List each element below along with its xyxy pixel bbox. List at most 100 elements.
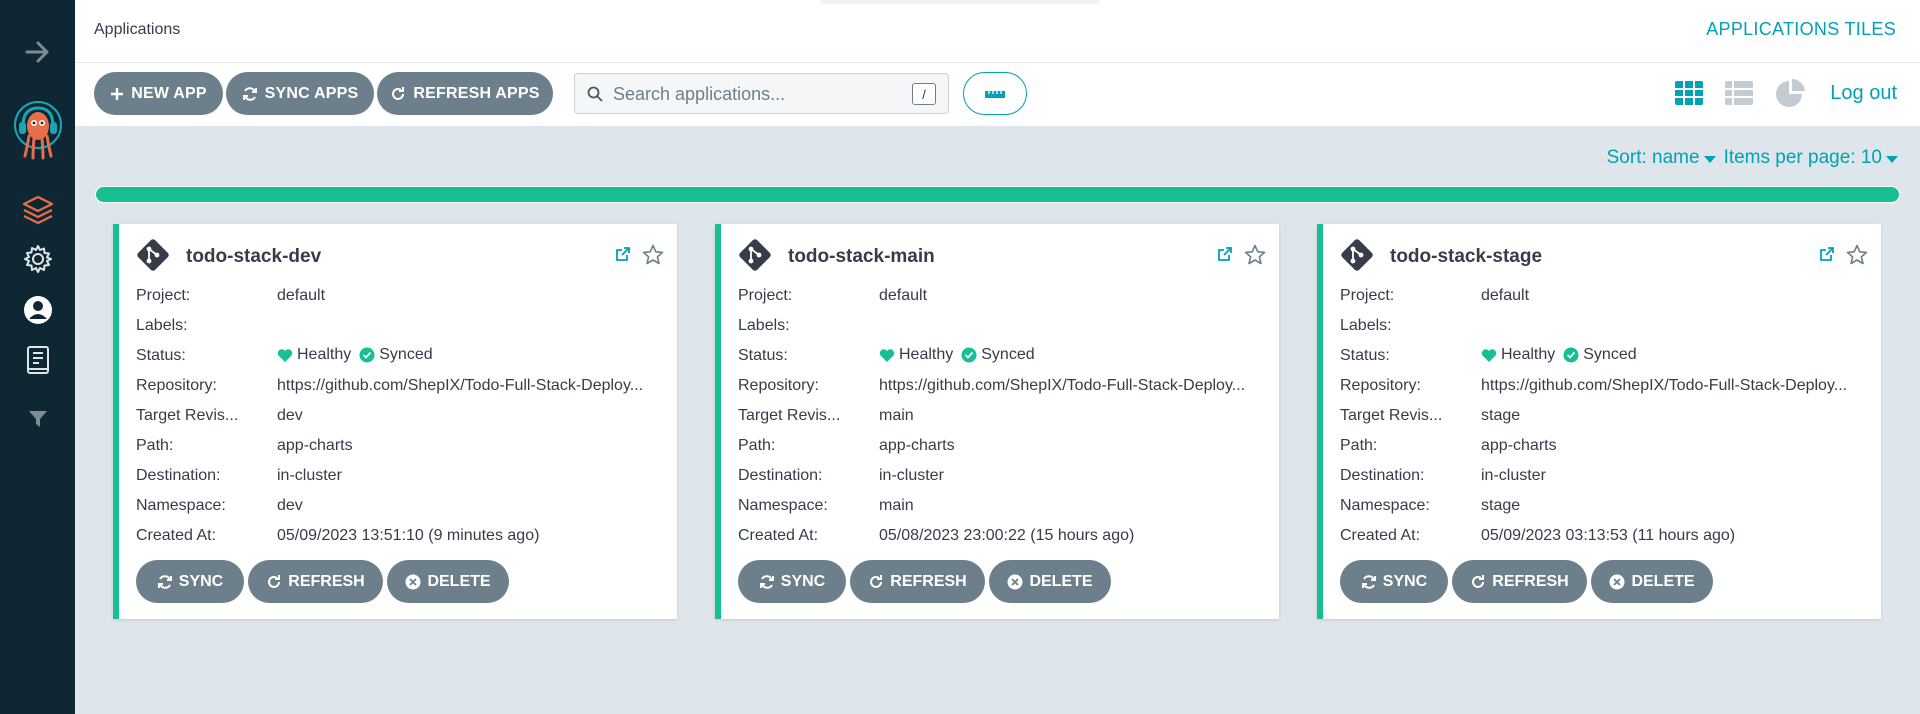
- check-circle-icon: [1563, 347, 1579, 363]
- field-label-repository: Repository:: [136, 377, 217, 394]
- external-link-icon[interactable]: [1819, 246, 1835, 267]
- app-card[interactable]: todo-stack-stage Project: default Labels: St…: [1317, 224, 1881, 619]
- logout-link[interactable]: Log out: [1830, 82, 1897, 105]
- sync-button[interactable]: SYNC: [738, 560, 846, 603]
- refresh-label: REFRESH: [1492, 572, 1569, 590]
- heart-icon: [277, 348, 293, 362]
- delete-button[interactable]: DELETE: [989, 560, 1111, 603]
- app-name[interactable]: todo-stack-main: [788, 246, 935, 268]
- star-icon[interactable]: [1846, 244, 1868, 271]
- field-label-path: Path:: [136, 437, 174, 454]
- breadcrumb[interactable]: Applications: [94, 21, 180, 39]
- items-per-page-label: Items per page: 10: [1723, 147, 1882, 168]
- field-label-labels: Labels:: [738, 317, 790, 334]
- tiles-view-icon[interactable]: [1674, 80, 1704, 111]
- field-value-path: app-charts: [277, 437, 353, 454]
- refresh-button[interactable]: REFRESH: [850, 560, 985, 603]
- heart-icon: [1481, 348, 1497, 362]
- star-icon[interactable]: [642, 244, 664, 271]
- docs-icon[interactable]: [0, 344, 75, 376]
- external-link-icon[interactable]: [615, 246, 631, 267]
- field-label-namespace: Namespace:: [1340, 497, 1430, 514]
- field-value-path: app-charts: [1481, 437, 1557, 454]
- refresh-button[interactable]: REFRESH: [248, 560, 383, 603]
- field-value-namespace: main: [879, 497, 914, 514]
- app-name[interactable]: todo-stack-stage: [1390, 246, 1542, 268]
- list-view-icon[interactable]: [1724, 80, 1754, 111]
- status-value: Healthy Synced: [879, 346, 1035, 364]
- field-label-project: Project:: [136, 287, 191, 304]
- field-value-created-at: 05/09/2023 03:13:53 (11 hours ago): [1481, 527, 1736, 544]
- search-box[interactable]: /: [574, 73, 949, 114]
- sync-button[interactable]: SYNC: [136, 560, 244, 603]
- star-icon[interactable]: [1244, 244, 1266, 271]
- field-value-repository[interactable]: https://github.com/ShepIX/Todo-Full-Stac…: [879, 377, 1245, 395]
- app-card[interactable]: todo-stack-main Project: default Labels: Sta…: [715, 224, 1279, 619]
- search-input[interactable]: [613, 81, 893, 107]
- user-icon[interactable]: [0, 294, 75, 326]
- delete-label: DELETE: [1029, 572, 1093, 590]
- git-icon: [738, 238, 772, 277]
- field-label-target-revision: Target Revis...: [136, 407, 239, 424]
- new-app-button[interactable]: NEW APP: [94, 72, 223, 115]
- sync-apps-button[interactable]: SYNC APPS: [226, 72, 374, 115]
- gear-icon[interactable]: [0, 243, 75, 275]
- summary-view-icon[interactable]: [1774, 78, 1806, 113]
- refresh-button[interactable]: REFRESH: [1452, 560, 1587, 603]
- filter-icon[interactable]: [0, 408, 75, 430]
- app-name[interactable]: todo-stack-dev: [186, 246, 321, 268]
- field-value-namespace: stage: [1481, 497, 1521, 514]
- field-value-project: default: [879, 287, 928, 304]
- field-value-target-revision: stage: [1481, 407, 1521, 424]
- field-value-repository[interactable]: https://github.com/ShepIX/Todo-Full-Stac…: [1481, 377, 1847, 395]
- sync-icon: [759, 574, 774, 589]
- app-card[interactable]: todo-stack-dev Project: default Labels: Stat…: [113, 224, 677, 619]
- sort-dropdown[interactable]: Sort: name: [1607, 147, 1720, 169]
- status-value: Healthy Synced: [1481, 346, 1637, 364]
- refresh-label: REFRESH: [288, 572, 365, 590]
- search-shortcut-key: /: [912, 83, 936, 105]
- field-value-project: default: [277, 287, 326, 304]
- status-value: Healthy Synced: [277, 346, 433, 364]
- refresh-apps-button[interactable]: REFRESH APPS: [377, 72, 553, 115]
- field-label-repository: Repository:: [1340, 377, 1421, 394]
- field-label-target-revision: Target Revis...: [1340, 407, 1443, 424]
- field-label-status: Status:: [136, 347, 186, 364]
- arrow-right-icon[interactable]: [0, 38, 75, 66]
- top-bar: Applications APPLICATIONS TILES: [75, 0, 1920, 63]
- sort-label: Sort: name: [1606, 147, 1700, 168]
- items-per-page-dropdown[interactable]: Items per page: 10: [1724, 147, 1902, 169]
- delete-button[interactable]: DELETE: [1591, 560, 1713, 603]
- external-link-icon[interactable]: [1217, 246, 1233, 267]
- field-label-namespace: Namespace:: [136, 497, 226, 514]
- field-value-project: default: [1481, 287, 1530, 304]
- field-label-project: Project:: [738, 287, 793, 304]
- layers-icon[interactable]: [0, 193, 75, 227]
- field-value-path: app-charts: [879, 437, 955, 454]
- sidebar: [0, 0, 75, 714]
- refresh-label: REFRESH: [890, 572, 967, 590]
- field-label-destination: Destination:: [1340, 467, 1425, 484]
- search-icon: [587, 86, 603, 102]
- page-title: APPLICATIONS TILES: [1706, 19, 1896, 39]
- field-value-created-at: 05/08/2023 23:00:22 (15 hours ago): [879, 527, 1135, 544]
- field-label-status: Status:: [738, 347, 788, 364]
- filter-toggle-button[interactable]: [963, 72, 1027, 115]
- field-label-destination: Destination:: [738, 467, 823, 484]
- plus-icon: [111, 87, 124, 100]
- health-status: Healthy: [297, 346, 352, 363]
- delete-label: DELETE: [427, 572, 491, 590]
- sync-status: Synced: [981, 346, 1035, 363]
- argo-logo-icon[interactable]: [0, 100, 75, 162]
- field-label-created-at: Created At:: [136, 527, 217, 544]
- health-status: Healthy: [1501, 346, 1556, 363]
- sync-label: SYNC: [178, 572, 224, 590]
- field-label-path: Path:: [1340, 437, 1378, 454]
- field-value-destination: in-cluster: [277, 467, 342, 484]
- field-value-repository[interactable]: https://github.com/ShepIX/Todo-Full-Stac…: [277, 377, 643, 395]
- sync-button[interactable]: SYNC: [1340, 560, 1448, 603]
- field-value-target-revision: dev: [277, 407, 303, 424]
- delete-button[interactable]: DELETE: [387, 560, 509, 603]
- field-label-created-at: Created At:: [1340, 527, 1421, 544]
- delete-label: DELETE: [1631, 572, 1695, 590]
